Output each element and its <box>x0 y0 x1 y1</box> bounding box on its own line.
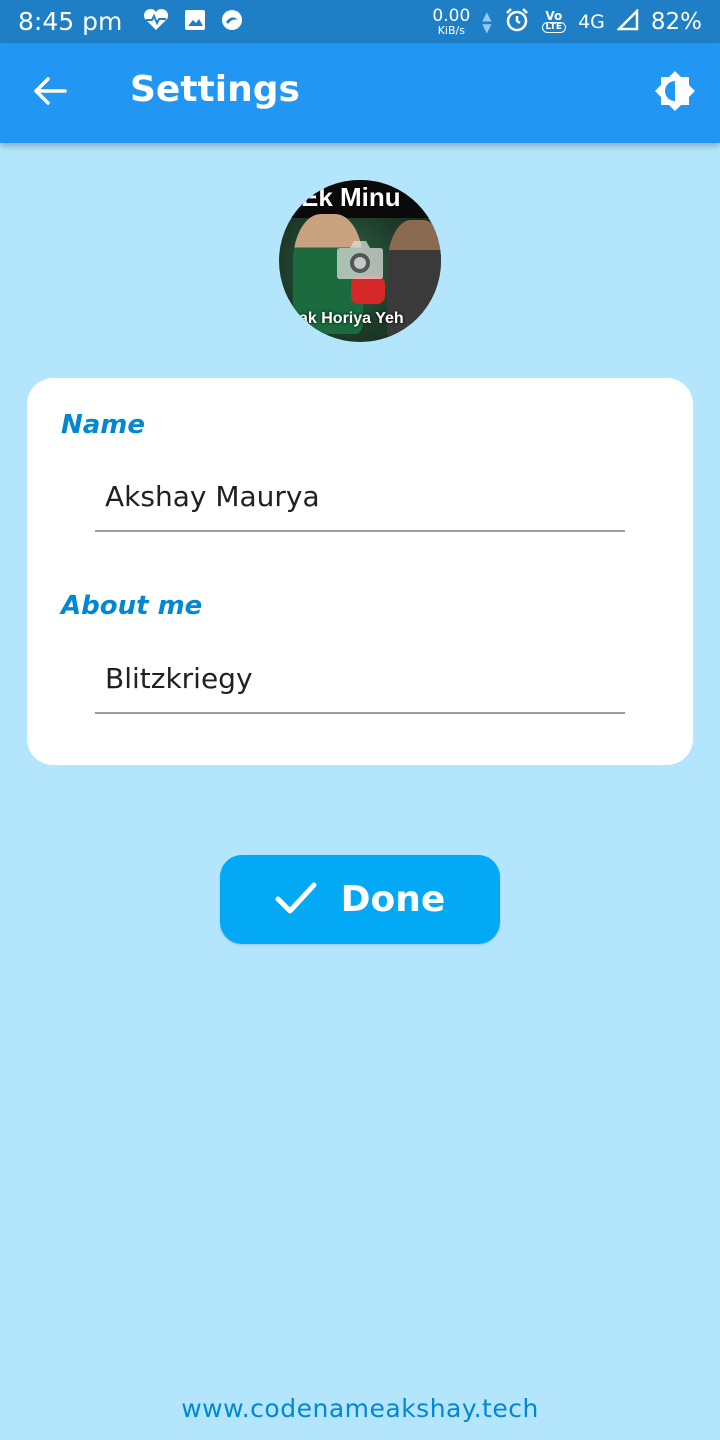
heart-pulse-icon <box>142 8 170 36</box>
net-speed-value: 0.00 <box>432 5 471 26</box>
profile-avatar[interactable]: Ek Minu zak Horiya Yeh <box>279 180 441 342</box>
alarm-icon <box>504 7 530 37</box>
done-button-label: Done <box>340 879 446 920</box>
avatar-caption-bottom: zak Horiya Yeh <box>291 310 404 327</box>
data-arrows-icon: ▲ ▼ <box>482 8 492 35</box>
avatar-caption-top: Ek Minu <box>301 182 401 212</box>
volte-top: Vo <box>545 9 563 23</box>
about-field[interactable] <box>95 644 625 714</box>
status-time: 8:45 pm <box>18 7 123 36</box>
image-icon <box>184 9 206 35</box>
profile-form-card: Name About me <box>27 378 693 765</box>
net-speed-unit: KiB/s <box>437 23 465 37</box>
name-field[interactable] <box>95 462 625 532</box>
avatar-microphone <box>351 276 385 304</box>
notification-icons <box>142 8 244 36</box>
status-right: 0.00 KiB/s ▲ ▼ Vo LTE 4G 82% <box>432 7 702 37</box>
arrow-left-icon <box>33 76 67 110</box>
back-button[interactable] <box>28 71 72 115</box>
camera-icon[interactable] <box>336 238 384 280</box>
status-bar: 8:45 pm 0.00 KiB/s ▲ ▼ Vo LTE 4G 82% <box>0 0 720 43</box>
volte-badge: Vo LTE <box>541 9 567 33</box>
battery-level: 82% <box>650 8 702 35</box>
volte-bottom: LTE <box>541 22 567 33</box>
name-label: Name <box>61 410 146 440</box>
about-label: About me <box>61 591 203 621</box>
theme-toggle-button[interactable] <box>652 70 698 116</box>
net-speed: 0.00 KiB/s <box>432 5 471 37</box>
check-icon <box>275 881 317 918</box>
page-title: Settings <box>130 69 300 110</box>
done-button[interactable]: Done <box>220 855 500 944</box>
brightness-icon <box>654 70 696 116</box>
swirl-app-icon <box>220 8 244 36</box>
app-bar: Settings <box>0 43 720 143</box>
footer-website-link[interactable]: www.codenameakshay.tech <box>0 1394 720 1423</box>
signal-icon <box>615 7 639 35</box>
network-type: 4G <box>578 10 605 33</box>
